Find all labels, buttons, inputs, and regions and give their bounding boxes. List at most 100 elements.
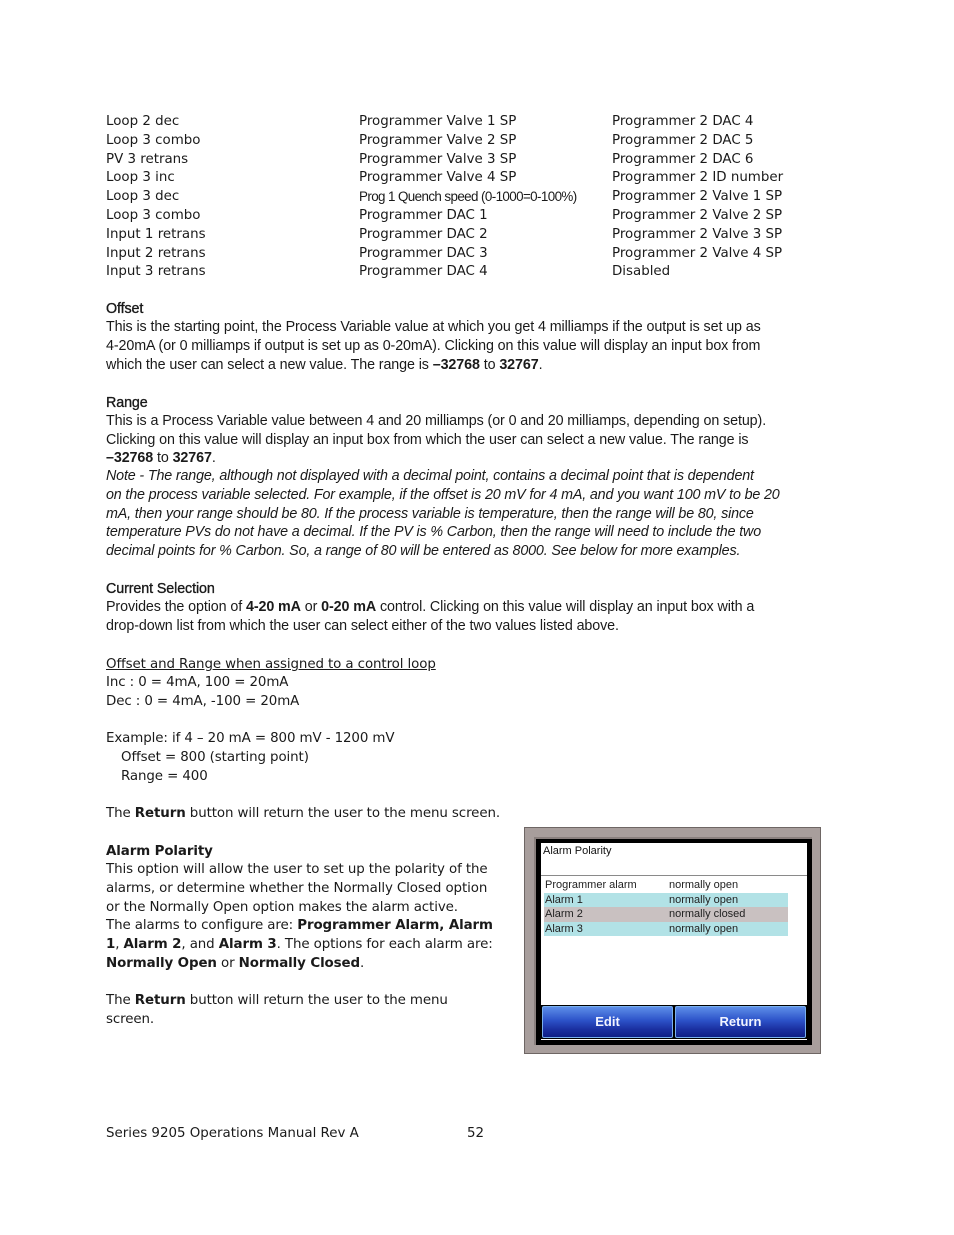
range-max-value: 32767 [172, 450, 212, 466]
return-keyword: Return [134, 993, 186, 1008]
option-item: Programmer DAC 2 [359, 226, 488, 242]
alarm-polarity-screenshot: Alarm Polarity Programmer alarm normally… [524, 827, 821, 1054]
option-item: Programmer DAC 3 [359, 245, 488, 261]
normally-open-bold: Normally Open [106, 956, 217, 971]
alarm-return-note-line2: screen. [106, 1012, 155, 1027]
comma: , [115, 937, 124, 952]
alarm-row-programmer[interactable]: Programmer alarm normally open [544, 878, 788, 893]
range-heading: Range [106, 395, 148, 411]
range-note-line: on the process variable selected. For ex… [106, 487, 780, 503]
alarm-polarity-text-line: or the Normally Open option makes the al… [106, 900, 458, 915]
offset-heading: Offset [106, 301, 144, 317]
offset-min-value: –32768 [432, 357, 480, 373]
edit-button[interactable]: Edit [542, 1006, 673, 1038]
alarm-2-bold: Alarm 2 [123, 937, 182, 952]
current-selection-text-line: Provides the option of 4-20 mA or 0-20 m… [106, 598, 754, 617]
option-item: Programmer 2 Valve 2 SP [612, 207, 783, 223]
offset-text-line: which the user can select a new value. T… [106, 356, 543, 375]
alarm-polarity-text-line: 1, Alarm 2, and Alarm 3. The options for… [106, 935, 493, 954]
example-offset: Offset = 800 (starting point) [121, 750, 309, 765]
to-label: to [479, 357, 500, 373]
range-text-line: This is a Process Variable value between… [106, 413, 767, 429]
alarm-polarity-value: normally closed [669, 908, 746, 921]
offset-range-intro: which the user can select a new value. T… [106, 357, 433, 373]
option-item: Prog 1 Quench speed (0-1000=0-100%) [359, 189, 577, 205]
option-item: Loop 3 dec [106, 189, 180, 205]
page-number: 52 [467, 1126, 485, 1141]
return-note-pre: The [106, 806, 135, 821]
control-loop-heading: Offset and Range when assigned to a cont… [106, 657, 436, 672]
screen-button-bar: Edit Return [541, 1005, 807, 1039]
option-item: Programmer 2 DAC 5 [612, 132, 754, 148]
option-item: Programmer DAC 1 [359, 207, 488, 223]
options-column-2: Programmer Valve 1 SP Programmer Valve 2… [359, 113, 577, 282]
option-item: Programmer Valve 2 SP [359, 132, 517, 148]
option-item: Loop 3 combo [106, 132, 201, 148]
option-item: Input 2 retrans [106, 245, 206, 261]
return-note-post: button will return the user to the menu … [185, 806, 500, 821]
option-item: PV 3 retrans [106, 151, 189, 167]
and-label: , and [181, 937, 219, 952]
period: . [360, 956, 365, 971]
manual-page: Loop 2 dec Loop 3 combo PV 3 retrans Loo… [0, 0, 954, 1235]
range-text-line: Clicking on this value will display an i… [106, 432, 749, 448]
alarm-polarity-value: normally open [669, 893, 739, 906]
example-range: Range = 400 [121, 769, 208, 784]
range-note-line: decimal points for % Carbon. So, a range… [106, 543, 741, 559]
return-note-pre: The [106, 993, 135, 1008]
to-label: to [153, 450, 173, 466]
alarm-polarity-heading: Alarm Polarity [106, 844, 213, 859]
configure-intro: The alarms to configure are: [106, 918, 298, 933]
current-selection-post: control. Clicking on this value will dis… [376, 599, 755, 615]
option-item: Programmer Valve 3 SP [359, 151, 517, 167]
alarm-list: Programmer alarm normally open Alarm 1 n… [544, 878, 788, 937]
alarm-name: Programmer alarm [545, 879, 637, 891]
configure-alarms-bold: Programmer Alarm, Alarm [297, 918, 493, 933]
current-selection-intro: Provides the option of [106, 599, 246, 615]
control-loop-dec: Dec : 0 = 4mA, -100 = 20mA [106, 694, 300, 709]
alarm-polarity-text-line: This option will allow the user to set u… [106, 862, 488, 877]
return-note-post: button will return the user to the menu [185, 993, 448, 1008]
current-selection-text-line: drop-down list from which the user can s… [106, 618, 619, 634]
footer-title: Series 9205 Operations Manual Rev A [106, 1126, 359, 1141]
alarm-polarity-value: normally open [669, 922, 739, 935]
option-item: Input 1 retrans [106, 226, 206, 242]
options-column-3: Programmer 2 DAC 4 Programmer 2 DAC 5 Pr… [612, 113, 783, 282]
option-item: Input 3 retrans [106, 264, 206, 280]
screen-title: Alarm Polarity [541, 843, 807, 876]
alarm-row-3[interactable]: Alarm 3 normally open [544, 921, 788, 937]
option-item: Loop 3 inc [106, 170, 175, 186]
normally-closed-bold: Normally Closed [238, 956, 360, 971]
option-item: Programmer 2 DAC 6 [612, 151, 754, 167]
period: . [538, 357, 543, 373]
alarm-1-bold: 1 [106, 937, 116, 952]
options-column-1: Loop 2 dec Loop 3 combo PV 3 retrans Loo… [106, 113, 206, 282]
alarm-polarity-text-line: Normally Open or Normally Closed. [106, 954, 364, 973]
alarm-polarity-text-line: The alarms to configure are: Programmer … [106, 916, 493, 935]
alarm-return-note: The Return button will return the user t… [106, 991, 448, 1010]
offset-max-value: 32767 [499, 357, 539, 373]
option-item: Programmer 2 DAC 4 [612, 114, 754, 129]
option-item: Programmer 2 Valve 1 SP [612, 189, 783, 205]
alarm-polarity-value: normally open [669, 879, 739, 891]
control-loop-inc: Inc : 0 = 4mA, 100 = 20mA [106, 675, 289, 690]
option-item: Disabled [612, 264, 671, 280]
alarm-polarity-text-line: alarms, or determine whether the Normall… [106, 881, 488, 896]
alarm-row-1[interactable]: Alarm 1 normally open [544, 892, 788, 908]
option-item: Programmer Valve 1 SP [359, 114, 517, 129]
return-note: The Return button will return the user t… [106, 804, 500, 823]
return-keyword: Return [134, 806, 186, 821]
option-item: Programmer 2 ID number [612, 170, 784, 186]
period: . [211, 450, 216, 466]
range-note-line: temperature PVs do not have a decimal. I… [106, 524, 762, 540]
or-label: or [216, 956, 239, 971]
alarm-row-2[interactable]: Alarm 2 normally closed [544, 907, 788, 922]
range-text-line: –32768 to 32767. [106, 449, 216, 468]
return-button[interactable]: Return [675, 1006, 806, 1038]
options-intro: . The options for each alarm are: [276, 937, 493, 952]
alarm-name: Alarm 2 [545, 908, 583, 921]
or-label: or [300, 599, 322, 615]
range-note-line: mA, then your range should be 80. If the… [106, 506, 754, 522]
option-item: Programmer 2 Valve 4 SP [612, 245, 783, 261]
offset-text-line: This is the starting point, the Process … [106, 319, 761, 335]
